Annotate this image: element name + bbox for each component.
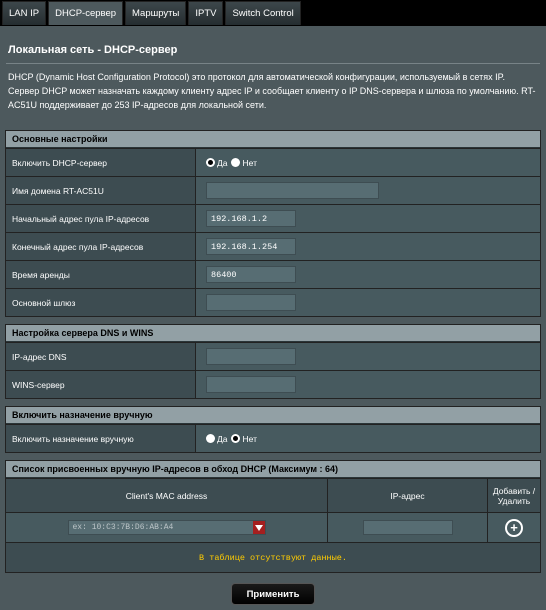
lease-label: Время аренды	[6, 261, 196, 288]
page-description: DHCP (Dynamic Host Configuration Protoco…	[8, 72, 536, 110]
tab-bar: LAN IP DHCP-сервер Маршруты IPTV Switch …	[0, 0, 546, 26]
enable-dhcp-no-radio[interactable]	[231, 158, 241, 167]
manual-yes-label: Да	[217, 433, 228, 444]
enable-dhcp-no-label: Нет	[242, 157, 257, 168]
enable-dhcp-row: Включить DHCP-сервер Да Нет	[6, 148, 540, 176]
col-mac-header: Client's MAC address	[6, 479, 328, 512]
enable-dhcp-yes-label: Да	[217, 157, 228, 168]
manual-no-radio[interactable]	[231, 434, 241, 443]
apply-button[interactable]: Применить	[231, 583, 315, 605]
col-ip-header: IP-адрес	[328, 479, 488, 512]
enable-dhcp-yes-radio[interactable]	[206, 158, 215, 167]
tab-dhcp-server[interactable]: DHCP-сервер	[48, 1, 124, 25]
tab-routes[interactable]: Маршруты	[125, 1, 187, 25]
tab-switch-control[interactable]: Switch Control	[225, 1, 301, 25]
plus-circle-icon[interactable]: +	[505, 518, 523, 537]
dns-wins-section: Настройка сервера DNS и WINS IP-адрес DN…	[5, 324, 541, 399]
content-panel: Локальная сеть - DHCP-сервер DHCP (Dynam…	[0, 26, 546, 610]
start-ip-label: Начальный адрес пула IP-адресов	[6, 205, 196, 232]
manual-assign-section: Включить назначение вручную Включить наз…	[5, 406, 541, 453]
manual-assign-header: Включить назначение вручную	[6, 407, 540, 424]
no-data-message: В таблице отсутствуют данные.	[6, 542, 540, 572]
chevron-down-icon[interactable]	[252, 521, 265, 534]
list-input-row: ex: 10:C3:7B:D6:AB:A4 +	[6, 512, 540, 542]
manual-yes-radio[interactable]	[206, 434, 215, 443]
dns-ip-input[interactable]	[206, 348, 296, 365]
end-ip-row: Конечный адрес пула IP-адресов 192.168.1…	[6, 232, 540, 260]
dns-ip-row: IP-адрес DNS	[6, 342, 540, 370]
gateway-label: Основной шлюз	[6, 289, 196, 316]
enable-dhcp-label: Включить DHCP-сервер	[6, 149, 196, 176]
start-ip-input[interactable]: 192.168.1.2	[206, 210, 296, 227]
basic-settings-section: Основные настройки Включить DHCP-сервер …	[5, 130, 541, 317]
manual-ip-list-header: Список присвоенных вручную IP-адресов в …	[6, 461, 540, 478]
wins-row: WINS-сервер	[6, 370, 540, 398]
tab-iptv[interactable]: IPTV	[188, 1, 224, 25]
title-divider	[6, 63, 540, 64]
domain-row: Имя домена RT-AC51U	[6, 176, 540, 204]
manual-ip-list-section: Список присвоенных вручную IP-адресов в …	[5, 460, 541, 573]
end-ip-label: Конечный адрес пула IP-адресов	[6, 233, 196, 260]
mac-address-combo[interactable]: ex: 10:C3:7B:D6:AB:A4	[67, 520, 266, 535]
domain-name-input[interactable]	[206, 182, 379, 199]
wins-label: WINS-сервер	[6, 371, 196, 398]
manual-enable-row: Включить назначение вручную Да Нет	[6, 424, 540, 452]
lease-row: Время аренды 86400	[6, 260, 540, 288]
manual-enable-label: Включить назначение вручную	[6, 425, 196, 452]
gateway-row: Основной шлюз	[6, 288, 540, 316]
dns-ip-label: IP-адрес DNS	[6, 343, 196, 370]
list-table-header: Client's MAC address IP-адрес Добавить /…	[6, 478, 540, 512]
end-ip-input[interactable]: 192.168.1.254	[206, 238, 296, 255]
col-add-header: Добавить / Удалить	[492, 485, 536, 506]
page-title: Локальная сеть - DHCP-сервер	[8, 44, 178, 56]
dns-wins-header: Настройка сервера DNS и WINS	[6, 325, 540, 342]
lease-time-input[interactable]: 86400	[206, 266, 296, 283]
mac-address-input[interactable]: ex: 10:C3:7B:D6:AB:A4	[69, 521, 253, 534]
domain-label: Имя домена RT-AC51U	[6, 177, 196, 204]
manual-no-label: Нет	[242, 433, 257, 444]
start-ip-row: Начальный адрес пула IP-адресов 192.168.…	[6, 204, 540, 232]
manual-ip-input[interactable]	[362, 520, 453, 535]
gateway-input[interactable]	[206, 294, 296, 311]
tab-lan-ip[interactable]: LAN IP	[2, 1, 47, 25]
wins-input[interactable]	[206, 376, 296, 393]
basic-settings-header: Основные настройки	[6, 131, 540, 148]
